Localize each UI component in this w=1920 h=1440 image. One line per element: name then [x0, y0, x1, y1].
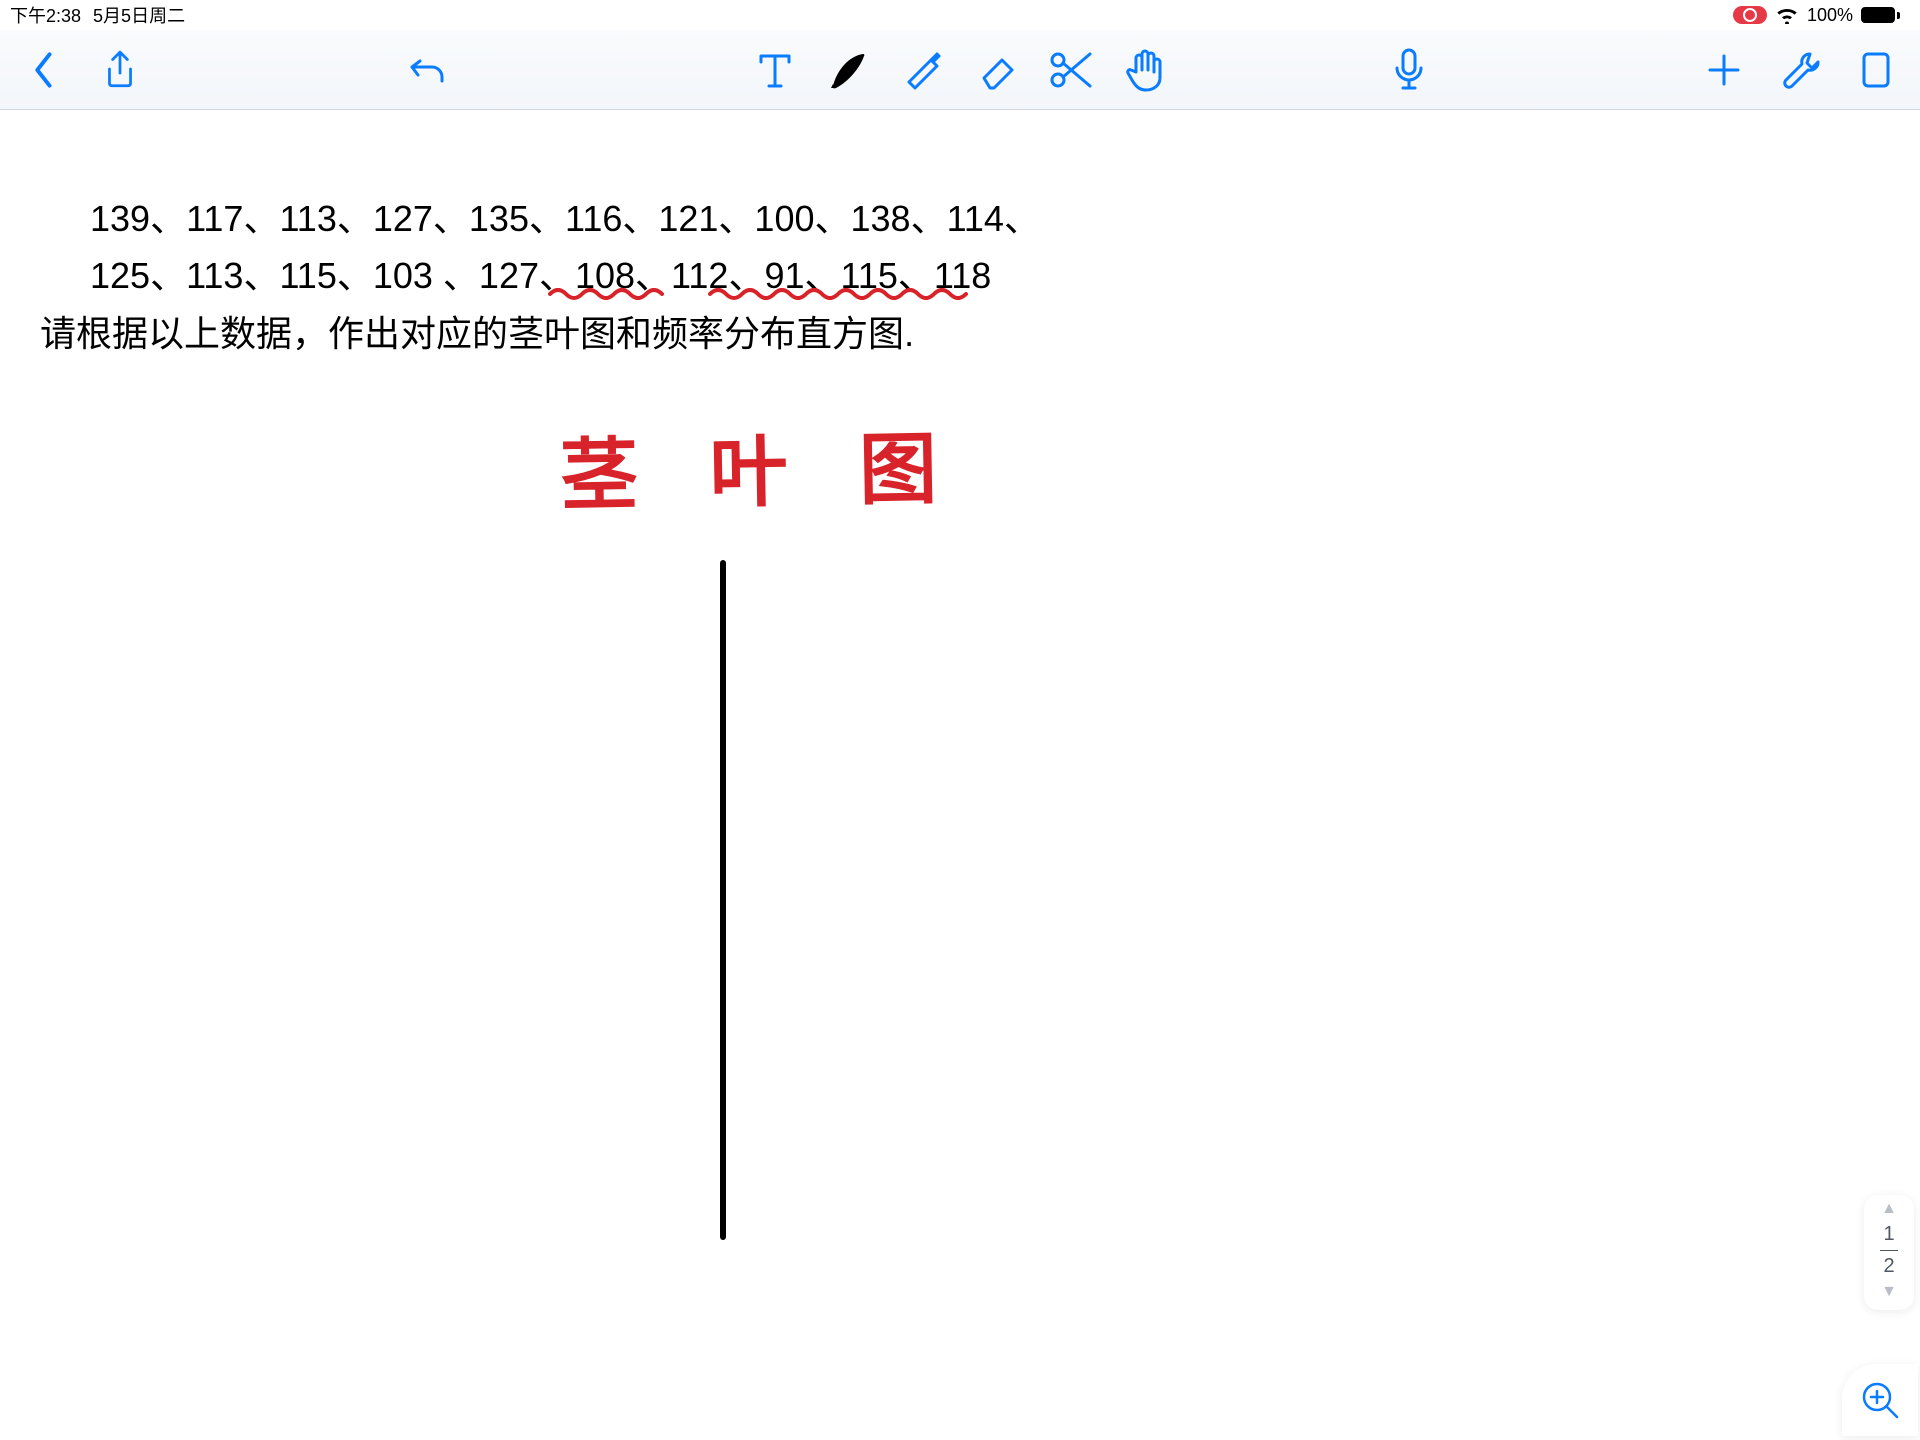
undo-button[interactable] [404, 46, 452, 94]
zoom-button[interactable] [1842, 1364, 1918, 1436]
term-stem-leaf: 茎叶图 [508, 313, 616, 354]
highlighter-tool[interactable] [899, 46, 947, 94]
lasso-scissors-tool[interactable] [1047, 46, 1095, 94]
eraser-tool[interactable] [973, 46, 1021, 94]
prompt-suffix: . [904, 313, 914, 354]
total-pages: 2 [1883, 1255, 1894, 1278]
page-icon [1860, 50, 1892, 90]
pages-button[interactable] [1852, 46, 1900, 94]
add-button[interactable] [1700, 46, 1748, 94]
pen-icon [827, 48, 871, 92]
status-right: 100% [1733, 5, 1900, 26]
toolbar [0, 30, 1920, 110]
battery-icon [1861, 7, 1900, 23]
eraser-icon [974, 48, 1020, 92]
page-down-icon[interactable]: ▼ [1881, 1284, 1897, 1300]
battery-percentage: 100% [1807, 5, 1853, 26]
back-button[interactable] [20, 46, 68, 94]
wrench-icon [1780, 50, 1820, 90]
note-canvas[interactable]: 139、117、113、127、135、116、121、100、138、114、… [0, 110, 1920, 1440]
status-left: 下午2:38 5月5日周二 [10, 2, 185, 28]
text-icon [757, 48, 793, 92]
data-line-1: 139、117、113、127、135、116、121、100、138、114、 [90, 198, 1040, 239]
text-tool[interactable] [751, 46, 799, 94]
status-bar: 下午2:38 5月5日周二 100% [0, 0, 1920, 30]
wifi-icon [1775, 6, 1799, 24]
page-navigator[interactable]: ▲ 1 2 ▼ [1864, 1195, 1914, 1311]
page-divider [1880, 1250, 1898, 1252]
prompt-mid: 和 [616, 313, 652, 354]
red-underline-2 [708, 288, 976, 298]
red-underline-1 [548, 288, 670, 298]
microphone-icon [1392, 48, 1426, 92]
current-page: 1 [1883, 1223, 1894, 1246]
highlighter-icon [901, 48, 945, 92]
share-button[interactable] [96, 46, 144, 94]
prompt-prefix: 请根据以上数据，作出对应的 [40, 313, 508, 354]
share-icon [103, 50, 137, 90]
term-histogram: 频率分布直方图 [652, 313, 904, 354]
drawn-vertical-line [720, 560, 726, 1240]
status-date: 5月5日周二 [93, 2, 185, 28]
magnifier-plus-icon [1859, 1379, 1901, 1421]
settings-button[interactable] [1776, 46, 1824, 94]
microphone-button[interactable] [1385, 46, 1433, 94]
plus-icon [1706, 52, 1742, 88]
hand-icon [1124, 48, 1166, 92]
hand-gesture-tool[interactable] [1121, 46, 1169, 94]
scissors-icon [1048, 48, 1094, 92]
page-up-icon[interactable]: ▲ [1881, 1201, 1897, 1217]
status-time: 下午2:38 [10, 2, 81, 28]
chevron-left-icon [31, 51, 57, 89]
problem-text: 139、117、113、127、135、116、121、100、138、114、… [40, 132, 1040, 420]
undo-icon [408, 53, 448, 87]
record-dot-icon [1743, 8, 1757, 22]
screen-record-indicator[interactable] [1733, 6, 1767, 24]
handwritten-title: 茎 叶 图 [559, 406, 964, 525]
pen-tool[interactable] [825, 46, 873, 94]
